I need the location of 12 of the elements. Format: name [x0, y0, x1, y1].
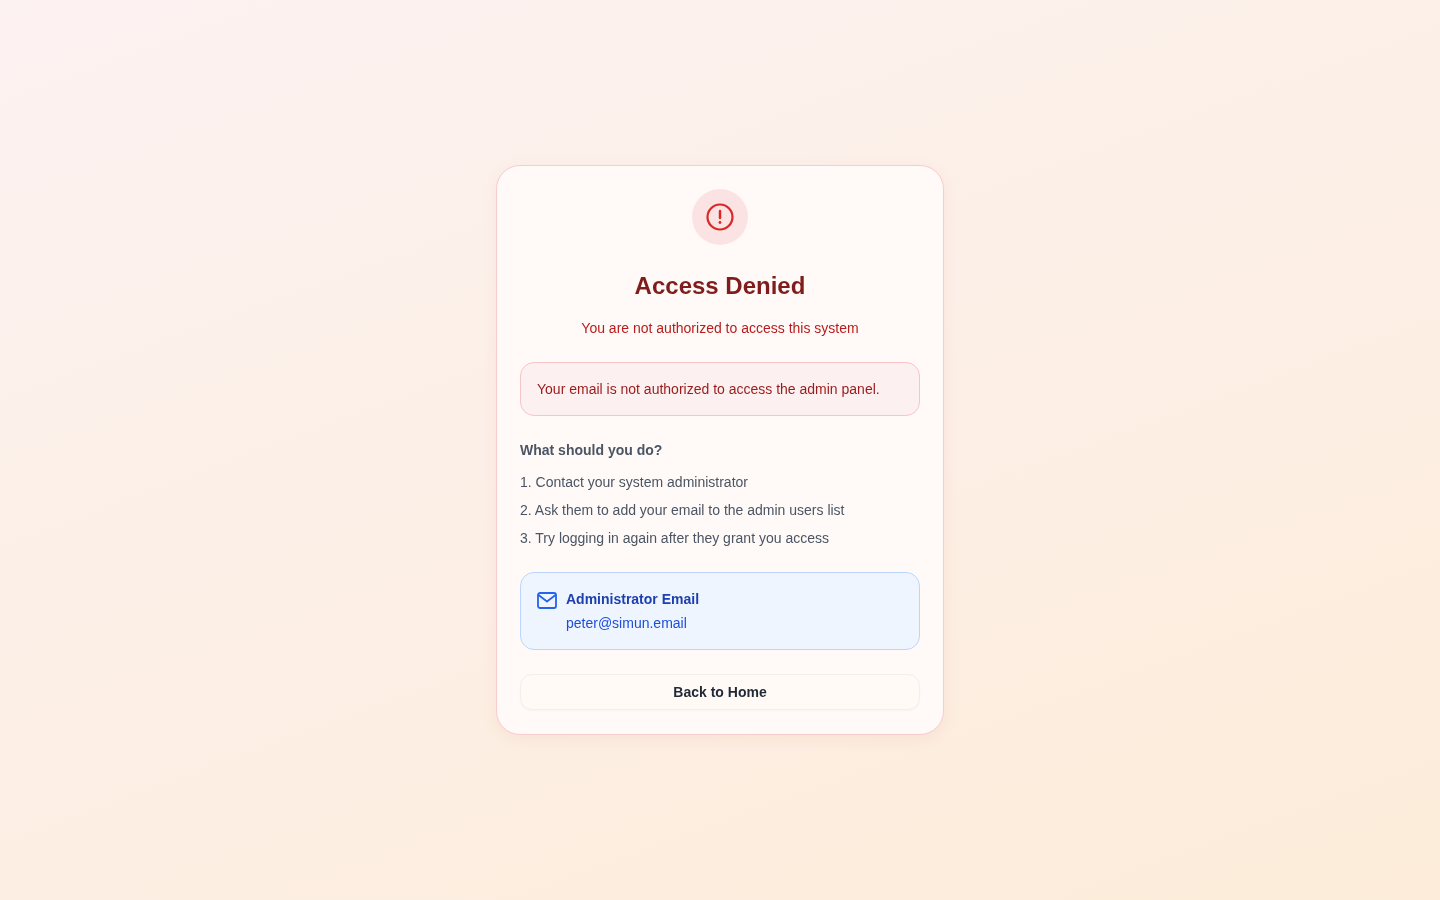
page-title: Access Denied: [634, 271, 806, 301]
subtitle: You are not authorized to access this system: [581, 319, 859, 338]
instruction-step: 3. Try logging in again after they grant you access: [520, 528, 829, 548]
back-home-button[interactable]: Back to Home: [520, 674, 920, 710]
instruction-step: 1. Contact your system administrator: [520, 472, 748, 492]
admin-email-link[interactable]: peter@simun.email: [566, 613, 687, 633]
exclamation-circle-icon: [692, 189, 748, 245]
contact-label: Administrator Email: [566, 590, 700, 609]
instructions-heading: What should you do?: [520, 441, 663, 460]
error-alert: Your email is not authorized to access the admin panel.: [520, 362, 920, 416]
mail-icon: [537, 592, 557, 609]
instruction-step: 2. Ask them to add your email to the admin users list: [520, 500, 845, 520]
